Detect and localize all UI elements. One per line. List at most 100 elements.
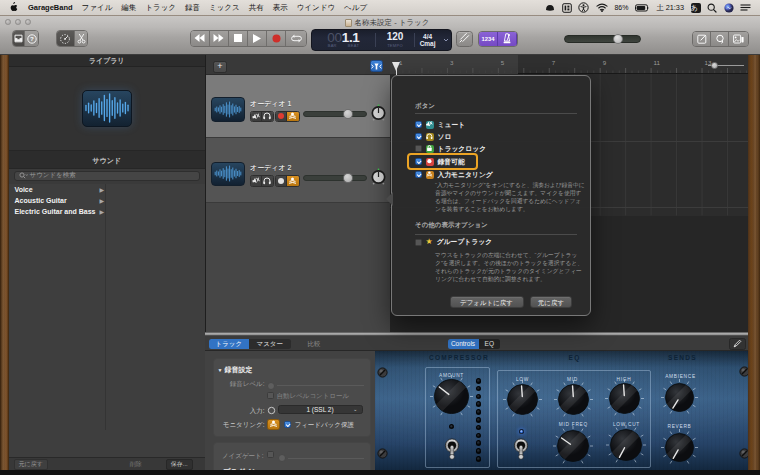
metronome-button[interactable] [498,32,517,47]
knob-reverb[interactable] [660,428,699,467]
knob-high[interactable] [604,378,645,419]
apple-menu-icon[interactable] [10,2,19,13]
lcd-display[interactable]: 001.1 BARBEAT 120 TEMPO 4/4 Cmaj [311,29,452,51]
track-mute-button[interactable] [251,176,262,186]
popover-option-mute[interactable]: ミュート [415,119,466,130]
lcd-key-cell[interactable]: 4/4 Cmaj [415,30,440,50]
knob-low-cut[interactable] [605,424,647,466]
tab-controls[interactable]: Controls [448,339,479,350]
menu-8[interactable]: ウインドウ [297,3,335,13]
ime-input-badge[interactable]: あ [691,3,701,13]
noise-gate-checkbox[interactable] [267,451,274,458]
menu-5[interactable]: ミックス [209,3,240,13]
track-volume-thumb[interactable] [343,109,353,119]
library-toggle-button[interactable] [13,31,25,46]
knob-mid-freq[interactable] [552,425,594,467]
sound-search-input[interactable]: サウンドを検索 [14,171,201,182]
menu-extra-icon[interactable] [545,3,555,12]
track-name[interactable]: オーディオ 2 [250,163,292,173]
track-volume-thumb[interactable] [343,173,353,183]
master-volume-slider[interactable] [564,35,641,43]
wifi-icon[interactable] [596,3,608,12]
library-item[interactable]: Voice▶ [9,184,206,195]
clock[interactable]: 土 21:33 [656,3,684,13]
popover-option-monitor[interactable]: 入力モニタリング [415,169,493,180]
stop-button[interactable] [229,31,248,47]
tab-track[interactable]: トラック [209,339,249,350]
rewind-button[interactable] [191,31,210,47]
track-volume-slider[interactable] [303,175,367,181]
restore-defaults-button[interactable]: デフォルトに戻す [450,296,524,308]
group-track-row[interactable]: ★ グループトラック [415,237,493,248]
timeline-ruler[interactable]: 135791113 [390,55,748,74]
menu-2[interactable]: 編集 [121,3,136,13]
track-record-enable-button[interactable] [276,176,287,186]
lcd-tempo-cell[interactable]: 120 TEMPO [376,30,414,50]
notification-center-icon[interactable] [740,3,751,12]
auto-level-checkbox[interactable] [267,392,274,399]
eq-power-switch[interactable] [511,437,531,461]
accessibility-icon[interactable] [578,2,589,13]
track-header-row[interactable]: オーディオ 2 [206,138,390,204]
lcd-position-cell[interactable]: 001.1 BARBEAT [312,30,375,50]
play-button[interactable] [248,31,267,47]
compressor-power-switch[interactable] [442,437,462,461]
track-input-monitoring-button[interactable] [287,112,298,122]
popover-revert-button[interactable]: 元に戻す [530,296,572,308]
noise-gate-knob[interactable] [278,454,286,462]
input-format-icon[interactable] [267,406,276,415]
library-save-button[interactable]: 保存... [166,459,193,470]
tuner-button[interactable] [57,31,75,46]
group-track-checkbox[interactable] [415,239,422,246]
lcd-chevron-icon[interactable] [440,30,451,50]
spotlight-icon[interactable] [707,3,717,13]
menu-1[interactable]: ファイル [82,3,113,13]
record-button[interactable] [267,31,286,47]
track-mute-button[interactable] [251,112,262,122]
recording-level-knob[interactable] [267,382,275,390]
edit-pencil-button[interactable] [729,338,746,350]
input-source-dropdown[interactable]: 1 (SSL 2) ⌄ [278,405,363,415]
master-tuning-button[interactable] [456,31,473,48]
forward-button[interactable] [210,31,229,47]
option-checkbox[interactable] [415,145,422,152]
siri-icon[interactable] [724,3,734,13]
input-monitoring-toggle[interactable] [267,419,280,430]
feedback-protection-checkbox[interactable] [284,421,291,428]
quick-help-button[interactable]: ? [25,31,38,46]
knob-ambience[interactable] [660,378,699,417]
option-checkbox[interactable] [415,171,422,178]
track-header-config-button[interactable] [370,60,383,72]
track-pan-knob[interactable] [370,104,387,121]
knob-mid[interactable] [553,379,594,420]
recording-level-slider[interactable] [277,385,364,386]
menu-3[interactable]: トラック [145,3,176,13]
cycle-button[interactable] [286,31,305,47]
tab-eq[interactable]: EQ [479,339,501,350]
loop-browser-button[interactable] [711,32,729,46]
library-revert-button[interactable]: 元に戻す [14,459,48,470]
library-item[interactable]: Electric Guitar and Bass▶ [9,206,206,217]
track-name[interactable]: オーディオ 1 [250,99,292,109]
count-in-button[interactable]: 1234 [479,32,498,47]
compare-button[interactable]: 比較 [302,339,326,350]
media-browser-button[interactable] [729,32,747,46]
noise-gate-slider[interactable] [288,458,364,459]
library-item[interactable]: Acoustic Guitar▶ [9,195,206,206]
menu-4[interactable]: 録音 [185,3,200,13]
editor-scissors-button[interactable] [75,31,88,46]
menu-9[interactable]: ヘルプ [344,3,367,13]
knob-low[interactable] [502,379,543,420]
library-delete-button[interactable]: 削除 [126,460,146,469]
track-record-enable-button[interactable] [276,112,287,122]
note-pad-button[interactable] [693,32,711,46]
menu-6[interactable]: 共有 [249,3,264,13]
menu-application[interactable]: GarageBand [28,3,73,12]
option-checkbox[interactable] [415,121,422,128]
recording-settings-header[interactable]: ▼ 録音設定 [218,365,253,375]
knob-amount[interactable] [429,374,474,419]
track-header-row[interactable]: オーディオ 1 [206,75,390,138]
popover-option-headphones[interactable]: ソロ [415,131,452,142]
option-checkbox[interactable] [415,133,422,140]
track-solo-button[interactable] [262,176,273,186]
